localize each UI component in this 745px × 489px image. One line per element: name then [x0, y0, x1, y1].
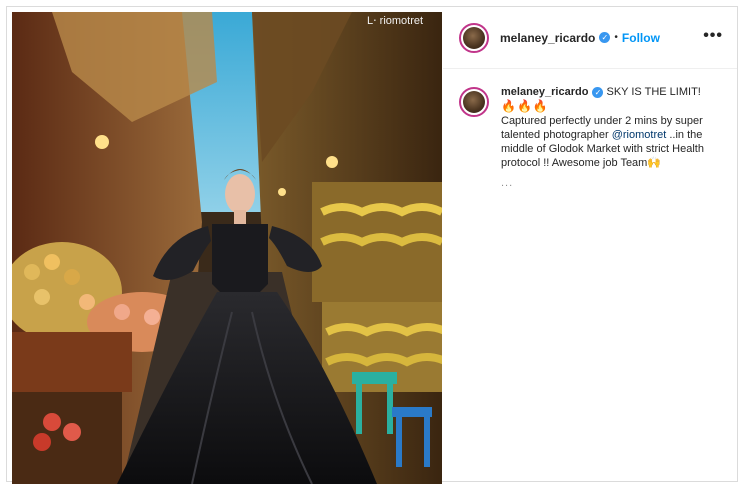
post-header: melaney_ricardo ✓ • Follow •••: [443, 7, 737, 69]
caption-comment: melaney_ricardo ✓ SKY IS THE LIMIT! 🔥🔥🔥 C…: [443, 69, 737, 190]
caption-truncation: ...: [501, 177, 514, 189]
mention-link[interactable]: @riomotret: [612, 129, 667, 141]
separator-dot: •: [614, 32, 618, 43]
post-side-panel: melaney_ricardo ✓ • Follow ••• melaney_r…: [443, 7, 737, 481]
market-photo-illustration: [12, 12, 442, 484]
verified-badge-icon: ✓: [592, 86, 604, 98]
verified-badge-icon: ✓: [599, 32, 611, 43]
post-photo[interactable]: L⋅ riomotret: [12, 12, 442, 484]
caption-text: melaney_ricardo ✓ SKY IS THE LIMIT! 🔥🔥🔥 C…: [501, 85, 721, 190]
banana-stall: [312, 182, 442, 392]
fire-emojis: 🔥🔥🔥: [501, 99, 549, 113]
instagram-post: L⋅ riomotret melaney_ricardo ✓ • Follow …: [6, 6, 738, 484]
caption-avatar[interactable]: [459, 87, 489, 117]
caption-username-link[interactable]: melaney_ricardo: [501, 86, 588, 98]
avatar[interactable]: [459, 22, 489, 53]
photo-watermark: L⋅ riomotret: [367, 15, 424, 27]
username-link[interactable]: melaney_ricardo: [500, 31, 595, 45]
more-options-icon[interactable]: •••: [703, 27, 723, 45]
caption-title: SKY IS THE LIMIT!: [606, 86, 701, 98]
raised-hands-emoji: 🙌: [647, 157, 662, 169]
follow-button[interactable]: Follow: [622, 31, 660, 45]
